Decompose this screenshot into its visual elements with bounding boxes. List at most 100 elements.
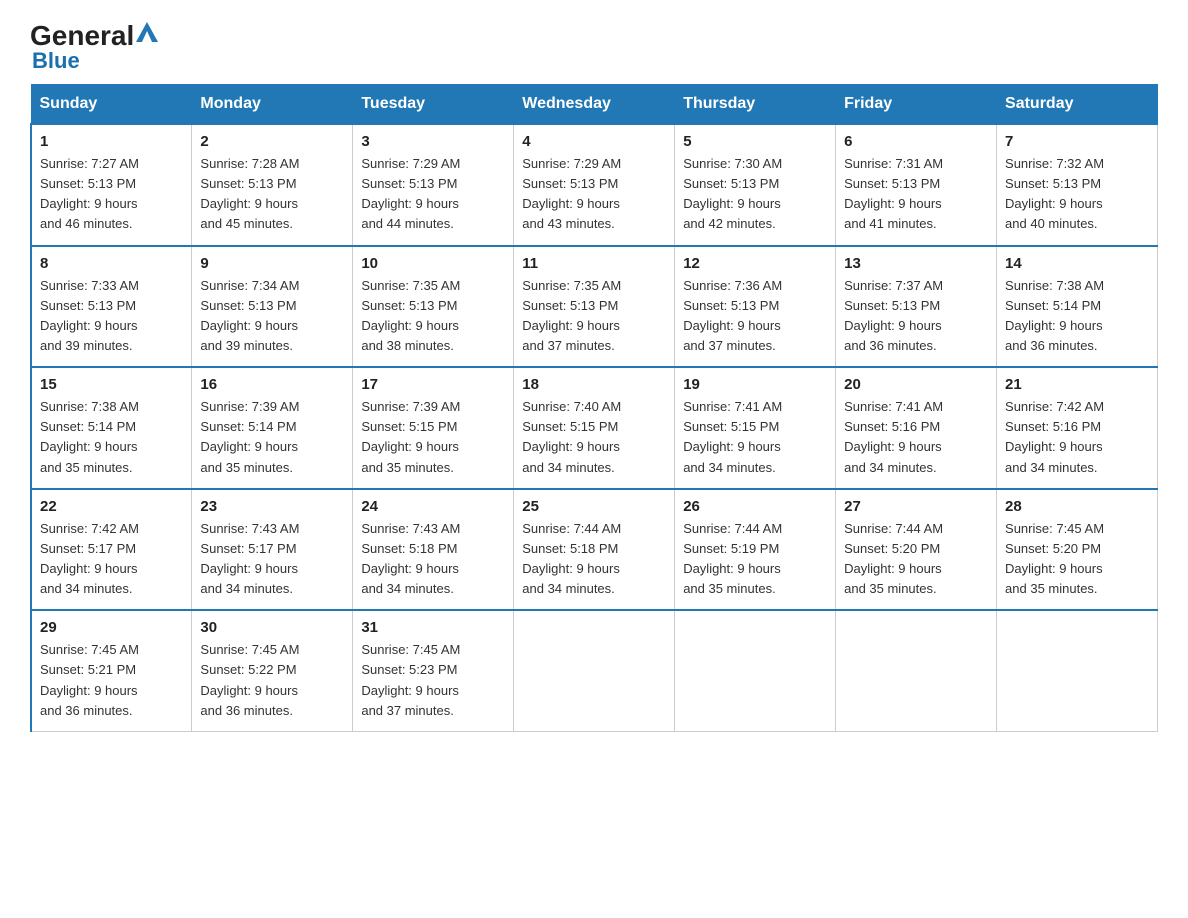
day-info: Sunrise: 7:41 AMSunset: 5:16 PMDaylight:… [844,397,988,478]
day-number: 25 [522,498,666,515]
day-number: 21 [1005,376,1149,393]
day-number: 20 [844,376,988,393]
day-number: 19 [683,376,827,393]
day-info: Sunrise: 7:32 AMSunset: 5:13 PMDaylight:… [1005,154,1149,235]
calendar-day-8: 8 Sunrise: 7:33 AMSunset: 5:13 PMDaylight… [31,246,192,368]
day-number: 4 [522,133,666,150]
calendar-table: SundayMondayTuesdayWednesdayThursdayFrid… [30,84,1158,732]
day-number: 31 [361,619,505,636]
calendar-day-28: 28 Sunrise: 7:45 AMSunset: 5:20 PMDayligh… [997,489,1158,611]
day-info: Sunrise: 7:45 AMSunset: 5:21 PMDaylight:… [40,640,183,721]
day-number: 6 [844,133,988,150]
day-number: 7 [1005,133,1149,150]
day-number: 28 [1005,498,1149,515]
day-number: 23 [200,498,344,515]
logo-blue-text: Blue [32,48,80,74]
calendar-day-14: 14Sunrise: 7:38 AMSunset: 5:14 PMDayligh… [997,246,1158,368]
logo-triangle-icon [136,22,158,42]
calendar-week-row-5: 29 Sunrise: 7:45 AMSunset: 5:21 PMDayligh… [31,610,1158,731]
day-info: Sunrise: 7:39 AMSunset: 5:15 PMDaylight:… [361,397,505,478]
calendar-day-7: 7 Sunrise: 7:32 AMSunset: 5:13 PMDaylight… [997,124,1158,246]
calendar-day-9: 9Sunrise: 7:34 AMSunset: 5:13 PMDaylight… [192,246,353,368]
weekday-header-row: SundayMondayTuesdayWednesdayThursdayFrid… [31,85,1158,125]
weekday-header-saturday: Saturday [997,85,1158,125]
day-info: Sunrise: 7:40 AMSunset: 5:15 PMDaylight:… [522,397,666,478]
day-number: 1 [40,133,183,150]
day-number: 14 [1005,255,1149,272]
day-number: 10 [361,255,505,272]
day-number: 3 [361,133,505,150]
day-info: Sunrise: 7:45 AMSunset: 5:22 PMDaylight:… [200,640,344,721]
day-info: Sunrise: 7:35 AMSunset: 5:13 PMDaylight:… [361,276,505,357]
day-info: Sunrise: 7:34 AMSunset: 5:13 PMDaylight:… [200,276,344,357]
day-info: Sunrise: 7:36 AMSunset: 5:13 PMDaylight:… [683,276,827,357]
calendar-day-6: 6 Sunrise: 7:31 AMSunset: 5:13 PMDaylight… [836,124,997,246]
calendar-day-24: 24 Sunrise: 7:43 AMSunset: 5:18 PMDayligh… [353,489,514,611]
calendar-week-row-1: 1 Sunrise: 7:27 AMSunset: 5:13 PMDaylight… [31,124,1158,246]
calendar-day-26: 26 Sunrise: 7:44 AMSunset: 5:19 PMDayligh… [675,489,836,611]
calendar-day-2: 2 Sunrise: 7:28 AMSunset: 5:13 PMDaylight… [192,124,353,246]
day-number: 29 [40,619,183,636]
calendar-day-12: 12 Sunrise: 7:36 AMSunset: 5:13 PMDayligh… [675,246,836,368]
calendar-day-29: 29 Sunrise: 7:45 AMSunset: 5:21 PMDayligh… [31,610,192,731]
calendar-week-row-4: 22Sunrise: 7:42 AMSunset: 5:17 PMDayligh… [31,489,1158,611]
calendar-day-empty [675,610,836,731]
day-number: 16 [200,376,344,393]
day-info: Sunrise: 7:43 AMSunset: 5:18 PMDaylight:… [361,519,505,600]
calendar-day-empty [997,610,1158,731]
day-info: Sunrise: 7:35 AMSunset: 5:13 PMDaylight:… [522,276,666,357]
day-info: Sunrise: 7:43 AMSunset: 5:17 PMDaylight:… [200,519,344,600]
day-info: Sunrise: 7:44 AMSunset: 5:19 PMDaylight:… [683,519,827,600]
day-number: 17 [361,376,505,393]
calendar-day-22: 22Sunrise: 7:42 AMSunset: 5:17 PMDayligh… [31,489,192,611]
day-info: Sunrise: 7:45 AMSunset: 5:23 PMDaylight:… [361,640,505,721]
day-number: 24 [361,498,505,515]
day-info: Sunrise: 7:45 AMSunset: 5:20 PMDaylight:… [1005,519,1149,600]
calendar-day-19: 19 Sunrise: 7:41 AMSunset: 5:15 PMDayligh… [675,367,836,489]
calendar-day-5: 5 Sunrise: 7:30 AMSunset: 5:13 PMDaylight… [675,124,836,246]
weekday-header-wednesday: Wednesday [514,85,675,125]
calendar-day-15: 15Sunrise: 7:38 AMSunset: 5:14 PMDayligh… [31,367,192,489]
day-info: Sunrise: 7:41 AMSunset: 5:15 PMDaylight:… [683,397,827,478]
day-info: Sunrise: 7:38 AMSunset: 5:14 PMDaylight:… [40,397,183,478]
calendar-day-30: 30 Sunrise: 7:45 AMSunset: 5:22 PMDayligh… [192,610,353,731]
calendar-day-11: 11 Sunrise: 7:35 AMSunset: 5:13 PMDayligh… [514,246,675,368]
day-info: Sunrise: 7:42 AMSunset: 5:17 PMDaylight:… [40,519,183,600]
weekday-header-sunday: Sunday [31,85,192,125]
day-number: 26 [683,498,827,515]
calendar-day-21: 21 Sunrise: 7:42 AMSunset: 5:16 PMDayligh… [997,367,1158,489]
calendar-day-3: 3Sunrise: 7:29 AMSunset: 5:13 PMDaylight… [353,124,514,246]
calendar-day-23: 23 Sunrise: 7:43 AMSunset: 5:17 PMDayligh… [192,489,353,611]
calendar-day-1: 1 Sunrise: 7:27 AMSunset: 5:13 PMDaylight… [31,124,192,246]
calendar-day-20: 20 Sunrise: 7:41 AMSunset: 5:16 PMDayligh… [836,367,997,489]
calendar-day-13: 13Sunrise: 7:37 AMSunset: 5:13 PMDayligh… [836,246,997,368]
calendar-day-31: 31 Sunrise: 7:45 AMSunset: 5:23 PMDayligh… [353,610,514,731]
calendar-week-row-3: 15Sunrise: 7:38 AMSunset: 5:14 PMDayligh… [31,367,1158,489]
day-info: Sunrise: 7:30 AMSunset: 5:13 PMDaylight:… [683,154,827,235]
day-number: 5 [683,133,827,150]
day-number: 27 [844,498,988,515]
calendar-day-4: 4Sunrise: 7:29 AMSunset: 5:13 PMDaylight… [514,124,675,246]
day-number: 30 [200,619,344,636]
day-number: 8 [40,255,183,272]
calendar-day-25: 25 Sunrise: 7:44 AMSunset: 5:18 PMDayligh… [514,489,675,611]
weekday-header-tuesday: Tuesday [353,85,514,125]
calendar-day-27: 27 Sunrise: 7:44 AMSunset: 5:20 PMDayligh… [836,489,997,611]
day-info: Sunrise: 7:42 AMSunset: 5:16 PMDaylight:… [1005,397,1149,478]
calendar-week-row-2: 8 Sunrise: 7:33 AMSunset: 5:13 PMDaylight… [31,246,1158,368]
day-info: Sunrise: 7:44 AMSunset: 5:20 PMDaylight:… [844,519,988,600]
calendar-day-17: 17 Sunrise: 7:39 AMSunset: 5:15 PMDayligh… [353,367,514,489]
calendar-day-empty [836,610,997,731]
day-number: 18 [522,376,666,393]
calendar-day-18: 18 Sunrise: 7:40 AMSunset: 5:15 PMDayligh… [514,367,675,489]
day-info: Sunrise: 7:44 AMSunset: 5:18 PMDaylight:… [522,519,666,600]
day-info: Sunrise: 7:28 AMSunset: 5:13 PMDaylight:… [200,154,344,235]
day-number: 2 [200,133,344,150]
day-info: Sunrise: 7:31 AMSunset: 5:13 PMDaylight:… [844,154,988,235]
page-header: General Blue [30,20,1158,74]
day-number: 11 [522,255,666,272]
day-info: Sunrise: 7:27 AMSunset: 5:13 PMDaylight:… [40,154,183,235]
day-info: Sunrise: 7:33 AMSunset: 5:13 PMDaylight:… [40,276,183,357]
calendar-day-empty [514,610,675,731]
day-number: 12 [683,255,827,272]
